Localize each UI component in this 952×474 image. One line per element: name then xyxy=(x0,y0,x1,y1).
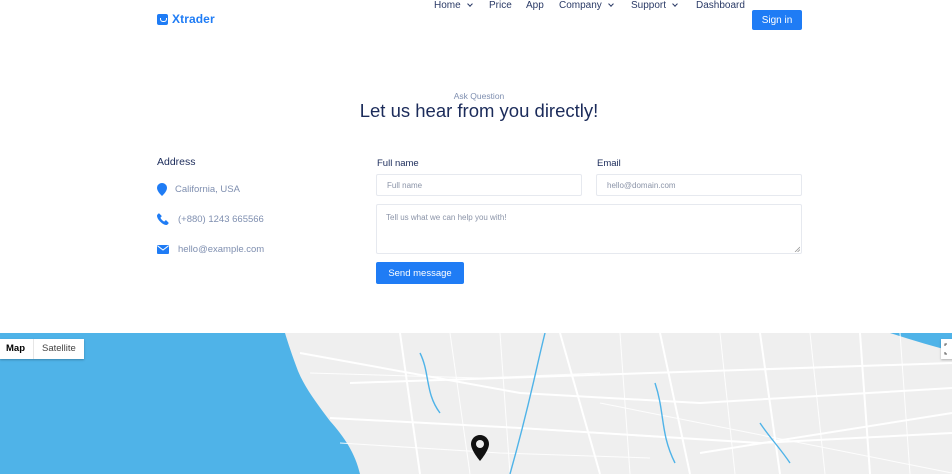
envelope-icon xyxy=(157,242,171,256)
nav-item-company[interactable]: Company xyxy=(559,0,614,11)
map[interactable] xyxy=(0,333,952,474)
map-canvas xyxy=(0,333,952,474)
nav-item-label: Company xyxy=(559,0,602,11)
phone-text: (+880) 1243 665566 xyxy=(178,213,264,225)
chevron-down-icon xyxy=(466,1,473,7)
nav-item-support[interactable]: Support xyxy=(631,0,678,11)
nav-item-label: Home xyxy=(434,0,461,11)
page-title: Let us hear from you directly! xyxy=(359,100,599,121)
fullscreen-button[interactable] xyxy=(941,339,952,359)
email-text: hello@example.com xyxy=(178,243,265,255)
nav-item-home[interactable]: Home xyxy=(434,0,473,11)
nav-item-app[interactable]: App xyxy=(526,0,544,11)
chevron-down-icon xyxy=(672,1,678,7)
send-message-button[interactable]: Send message xyxy=(376,262,464,284)
nav-item-label: App xyxy=(526,0,544,11)
resize-grip-icon[interactable] xyxy=(794,246,800,252)
nav-item-label: Price xyxy=(489,0,512,11)
message-field[interactable] xyxy=(376,204,802,254)
email-field[interactable] xyxy=(596,174,802,196)
fullscreen-icon xyxy=(944,343,947,355)
map-type-satellite-button[interactable]: Satellite xyxy=(33,339,84,359)
phone-icon xyxy=(157,212,171,226)
nav-item-label: Support xyxy=(631,0,667,11)
address-title: Address xyxy=(157,156,196,168)
email-label: Email xyxy=(597,158,621,169)
address-location: California, USA xyxy=(157,182,240,196)
site-header: Xtrader Home Price App Company Support D… xyxy=(0,0,952,40)
map-type-map-button[interactable]: Map xyxy=(0,339,33,359)
chevron-down-icon xyxy=(607,1,614,7)
location-text: California, USA xyxy=(175,183,240,195)
address-phone: (+880) 1243 665566 xyxy=(157,212,264,226)
nav-item-label: Dashboard xyxy=(696,0,745,11)
logo[interactable]: Xtrader xyxy=(157,12,215,26)
logo-text: Xtrader xyxy=(172,12,215,26)
map-pin-icon xyxy=(157,182,171,196)
sign-in-button[interactable]: Sign in xyxy=(752,10,802,30)
map-type-control: Map Satellite xyxy=(0,339,84,359)
full-name-label: Full name xyxy=(377,158,419,169)
nav-item-dashboard[interactable]: Dashboard xyxy=(696,0,745,11)
full-name-field[interactable] xyxy=(376,174,582,196)
address-email: hello@example.com xyxy=(157,242,264,256)
logo-icon xyxy=(157,13,168,25)
nav-item-price[interactable]: Price xyxy=(489,0,512,11)
